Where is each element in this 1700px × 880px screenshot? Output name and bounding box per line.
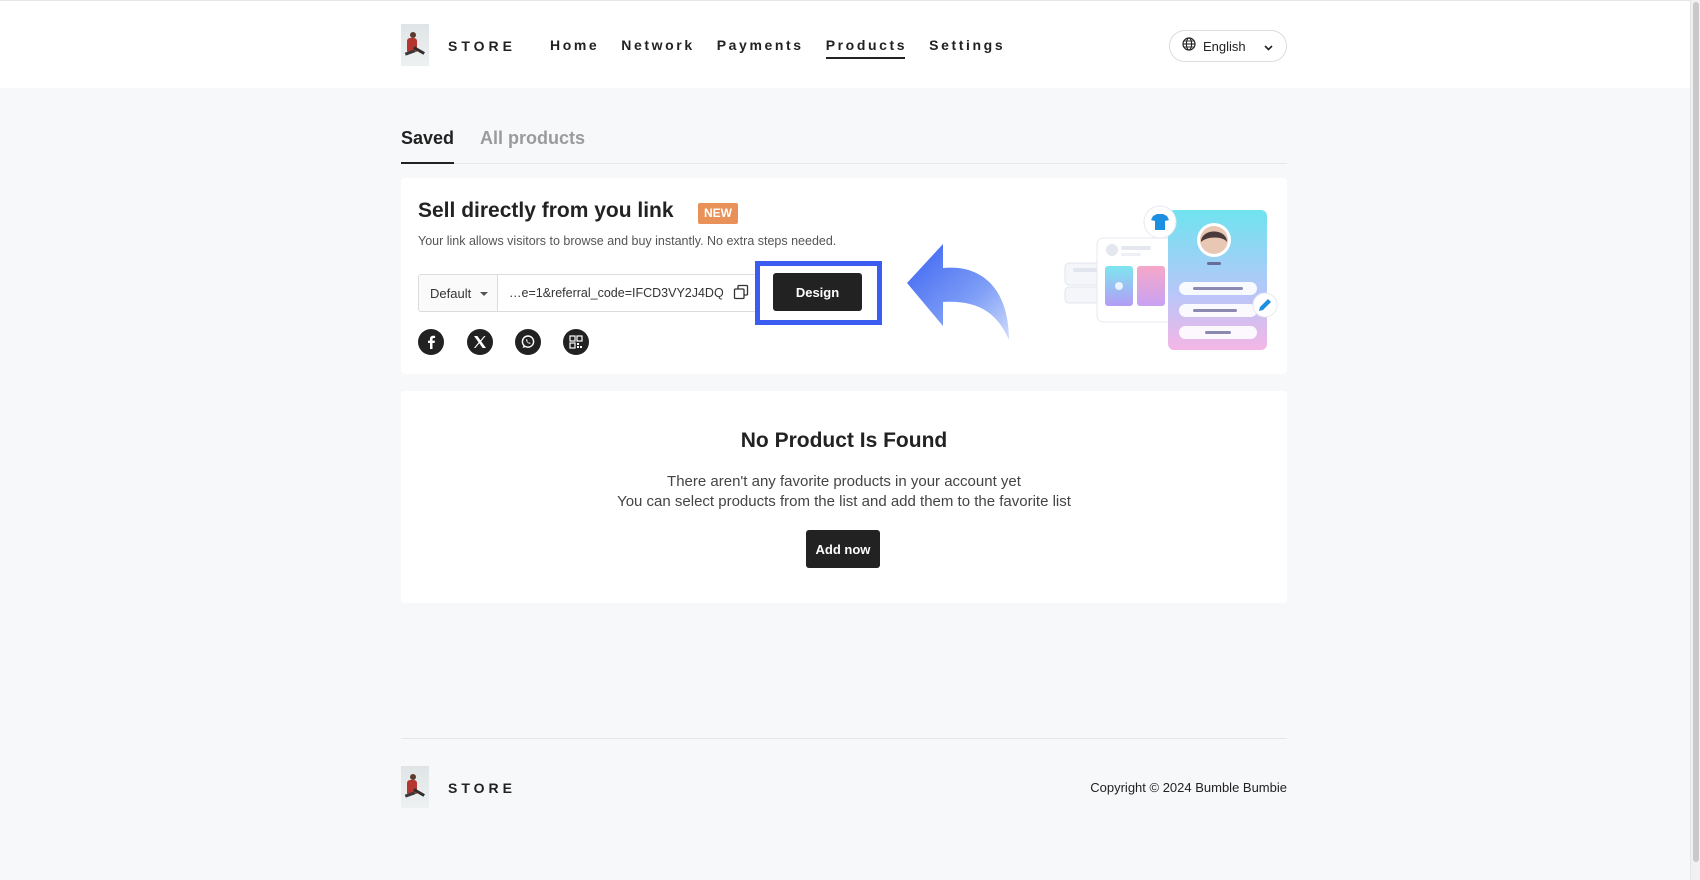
nav-products[interactable]: Products — [825, 37, 907, 59]
nav-network[interactable]: Network — [621, 37, 694, 59]
sell-link-card: Sell directly from you link NEW Your lin… — [401, 178, 1287, 374]
facebook-icon[interactable] — [418, 329, 444, 355]
sell-title: Sell directly from you link — [418, 199, 674, 222]
x-icon[interactable] — [467, 329, 493, 355]
nav-payments[interactable]: Payments — [717, 37, 804, 59]
store-logo-image[interactable] — [401, 24, 429, 66]
empty-state-line-2: You can select products from the list an… — [617, 493, 1071, 510]
nav-home[interactable]: Home — [550, 37, 599, 59]
footer-brand-name[interactable]: STORE — [448, 780, 516, 796]
link-type-value: Default — [430, 285, 472, 301]
footer-divider — [401, 738, 1287, 739]
nav-settings[interactable]: Settings — [929, 37, 1005, 59]
globe-icon — [1182, 36, 1196, 56]
caret-down-icon — [480, 292, 488, 296]
empty-state-title: No Product Is Found — [740, 429, 948, 452]
tab-all-products[interactable]: All products — [480, 128, 585, 163]
curved-arrow-icon — [901, 244, 1021, 349]
tab-saved[interactable]: Saved — [401, 128, 455, 164]
main-nav: Home Network Payments Products Settings — [550, 37, 1027, 59]
language-label: English — [1203, 38, 1246, 54]
link-type-select[interactable]: Default — [418, 274, 497, 312]
new-badge: NEW — [698, 203, 738, 224]
footer-logo-image[interactable] — [401, 766, 429, 808]
share-link-field[interactable]: …e=1&referral_code=IFCD3VY2J4DQ — [497, 274, 757, 312]
copy-icon[interactable] — [733, 284, 749, 305]
chevron-down-icon — [1263, 40, 1274, 58]
top-header: STORE Home Network Payments Products Set… — [0, 1, 1690, 88]
qr-code-icon[interactable] — [563, 329, 589, 355]
empty-state-card: No Product Is Found There aren't any fav… — [401, 391, 1287, 603]
empty-state-line-1: There aren't any favorite products in yo… — [667, 473, 1021, 490]
page-scrollbar[interactable] — [1690, 0, 1700, 880]
share-link-value: …e=1&referral_code=IFCD3VY2J4DQ — [509, 286, 724, 300]
storefront-illustration — [1061, 192, 1283, 362]
whatsapp-icon[interactable] — [515, 329, 541, 355]
sell-description: Your link allows visitors to browse and … — [418, 234, 837, 248]
scrollbar-thumb[interactable] — [1693, 2, 1699, 862]
add-now-button[interactable]: Add now — [806, 530, 880, 568]
design-button[interactable]: Design — [773, 273, 862, 311]
product-tabs: Saved All products — [401, 126, 1287, 164]
copyright-text: Copyright © 2024 Bumble Bumbie — [1090, 780, 1287, 795]
brand-name[interactable]: STORE — [448, 38, 516, 54]
language-selector[interactable]: English — [1169, 30, 1287, 62]
